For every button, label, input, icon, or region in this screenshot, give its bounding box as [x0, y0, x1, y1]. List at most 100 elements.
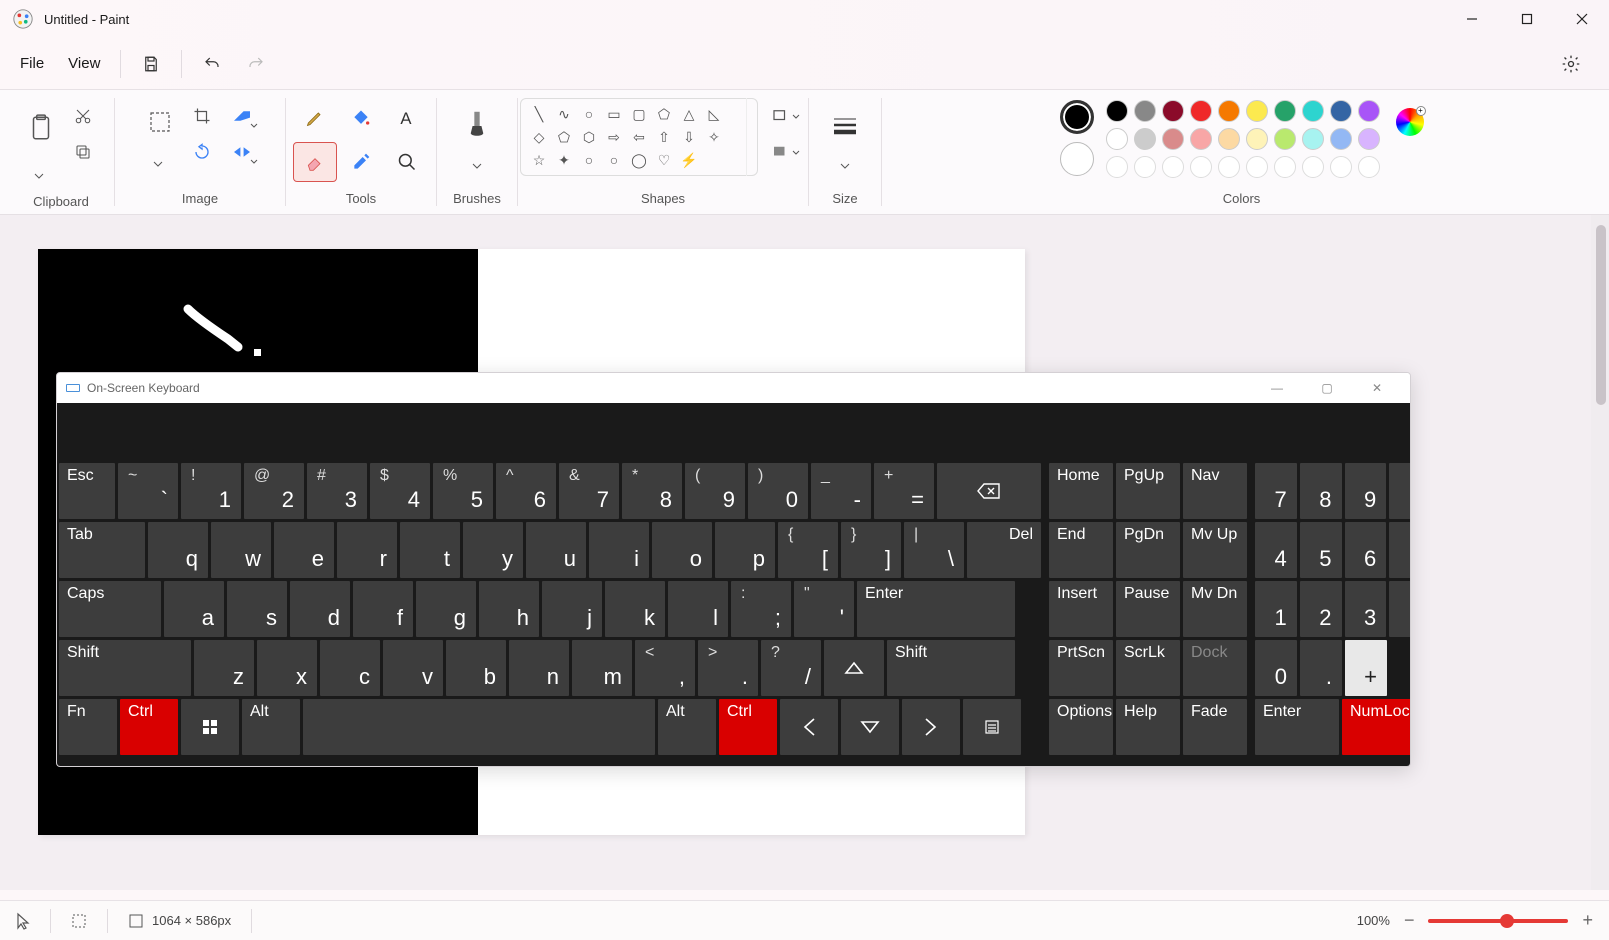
key-esc[interactable]: Esc	[59, 463, 115, 519]
key-[interactable]: +	[1345, 640, 1387, 696]
key-c[interactable]: c	[320, 640, 380, 696]
save-icon[interactable]	[129, 44, 173, 84]
paste-dropdown[interactable]	[19, 158, 59, 194]
key-ctrl[interactable]: Ctrl	[120, 699, 178, 755]
key-p[interactable]: p	[715, 522, 775, 578]
key-shift[interactable]: Shift	[887, 640, 1015, 696]
color-swatch[interactable]	[1330, 128, 1352, 150]
minimize-button[interactable]	[1444, 0, 1499, 38]
key-shift[interactable]: Shift	[59, 640, 191, 696]
color-picker-tool[interactable]	[339, 142, 383, 182]
eraser-tool[interactable]	[293, 142, 337, 182]
color-swatch[interactable]	[1246, 100, 1268, 122]
key-[interactable]: "'	[794, 581, 854, 637]
color-swatch[interactable]	[1134, 156, 1156, 178]
key-9[interactable]: (9	[685, 463, 745, 519]
key-win[interactable]	[181, 699, 239, 755]
key-[interactable]: -	[1389, 581, 1411, 637]
key-l[interactable]: l	[668, 581, 728, 637]
copy-icon[interactable]	[63, 134, 103, 170]
select-dropdown[interactable]	[138, 146, 178, 182]
brush-dropdown[interactable]	[457, 154, 497, 178]
key-[interactable]: ?/	[761, 640, 821, 696]
key-3[interactable]: #3	[307, 463, 367, 519]
color-swatch[interactable]	[1106, 128, 1128, 150]
key-del[interactable]: Del	[967, 522, 1041, 578]
key-[interactable]: _-	[811, 463, 871, 519]
color-swatch[interactable]	[1190, 100, 1212, 122]
key-menu[interactable]	[963, 699, 1021, 755]
key-pgdn[interactable]: PgDn	[1116, 522, 1180, 578]
color-swatch[interactable]	[1274, 156, 1296, 178]
color-swatch[interactable]	[1358, 128, 1380, 150]
key-right[interactable]	[902, 699, 960, 755]
key-5[interactable]: %5	[433, 463, 493, 519]
key-mvup[interactable]: Mv Up	[1183, 522, 1247, 578]
key-n[interactable]: n	[509, 640, 569, 696]
key-q[interactable]: q	[148, 522, 208, 578]
key-y[interactable]: y	[463, 522, 523, 578]
redo-icon[interactable]	[234, 44, 278, 84]
key-[interactable]: /	[1389, 463, 1411, 519]
select-button[interactable]	[138, 98, 182, 146]
key-a[interactable]: a	[164, 581, 224, 637]
menu-view[interactable]: View	[56, 47, 112, 80]
color-swatch[interactable]	[1162, 128, 1184, 150]
key-8[interactable]: *8	[622, 463, 682, 519]
key-b[interactable]: b	[446, 640, 506, 696]
key-scrlk[interactable]: ScrLk	[1116, 640, 1180, 696]
color-swatch[interactable]	[1218, 128, 1240, 150]
key-alt[interactable]: Alt	[242, 699, 300, 755]
key-0[interactable]: 0	[1255, 640, 1297, 696]
key-2[interactable]: @2	[244, 463, 304, 519]
key-i[interactable]: i	[589, 522, 649, 578]
key-[interactable]: :;	[731, 581, 791, 637]
key-up[interactable]	[824, 640, 884, 696]
key-prtscn[interactable]: PrtScn	[1049, 640, 1113, 696]
key-insert[interactable]: Insert	[1049, 581, 1113, 637]
key-[interactable]: {[	[778, 522, 838, 578]
pencil-tool[interactable]	[293, 98, 337, 138]
key-[interactable]: |\	[904, 522, 964, 578]
key-dock[interactable]: Dock	[1183, 640, 1247, 696]
key-d[interactable]: d	[290, 581, 350, 637]
color-swatch[interactable]	[1162, 100, 1184, 122]
key-w[interactable]: w	[211, 522, 271, 578]
key-[interactable]: >.	[698, 640, 758, 696]
key-8[interactable]: 8	[1300, 463, 1342, 519]
key-3[interactable]: 3	[1345, 581, 1387, 637]
color-1[interactable]	[1060, 100, 1094, 134]
key-z[interactable]: z	[194, 640, 254, 696]
key-enter[interactable]: Enter	[1255, 699, 1339, 755]
key-6[interactable]: ^6	[496, 463, 556, 519]
key-o[interactable]: o	[652, 522, 712, 578]
shape-fill-dropdown[interactable]	[766, 134, 806, 170]
key-[interactable]: }]	[841, 522, 901, 578]
zoom-in-button[interactable]: +	[1582, 910, 1593, 931]
key-options[interactable]: Options	[1049, 699, 1113, 755]
shapes-gallery[interactable]: ╲∿○▭▢⬠△◺ ◇⬠⬡⇨⇦⇧⇩✧ ☆✦○○◯♡⚡	[520, 98, 758, 176]
color-swatch[interactable]	[1106, 156, 1128, 178]
color-swatch[interactable]	[1134, 100, 1156, 122]
key-7[interactable]: &7	[559, 463, 619, 519]
color-swatch[interactable]	[1274, 128, 1296, 150]
key-caps[interactable]: Caps	[59, 581, 161, 637]
key-home[interactable]: Home	[1049, 463, 1113, 519]
key-[interactable]: <,	[635, 640, 695, 696]
key-pause[interactable]: Pause	[1116, 581, 1180, 637]
key-u[interactable]: u	[526, 522, 586, 578]
shape-outline-dropdown[interactable]	[766, 98, 806, 134]
key-1[interactable]: !1	[181, 463, 241, 519]
key-g[interactable]: g	[416, 581, 476, 637]
key-m[interactable]: m	[572, 640, 632, 696]
close-button[interactable]	[1554, 0, 1609, 38]
color-swatch[interactable]	[1218, 156, 1240, 178]
key-[interactable]: .	[1300, 640, 1342, 696]
color-swatch[interactable]	[1330, 156, 1352, 178]
cut-icon[interactable]	[63, 98, 103, 134]
undo-icon[interactable]	[190, 44, 234, 84]
key-4[interactable]: $4	[370, 463, 430, 519]
color-swatch[interactable]	[1246, 156, 1268, 178]
key-1[interactable]: 1	[1255, 581, 1297, 637]
key-mvdn[interactable]: Mv Dn	[1183, 581, 1247, 637]
